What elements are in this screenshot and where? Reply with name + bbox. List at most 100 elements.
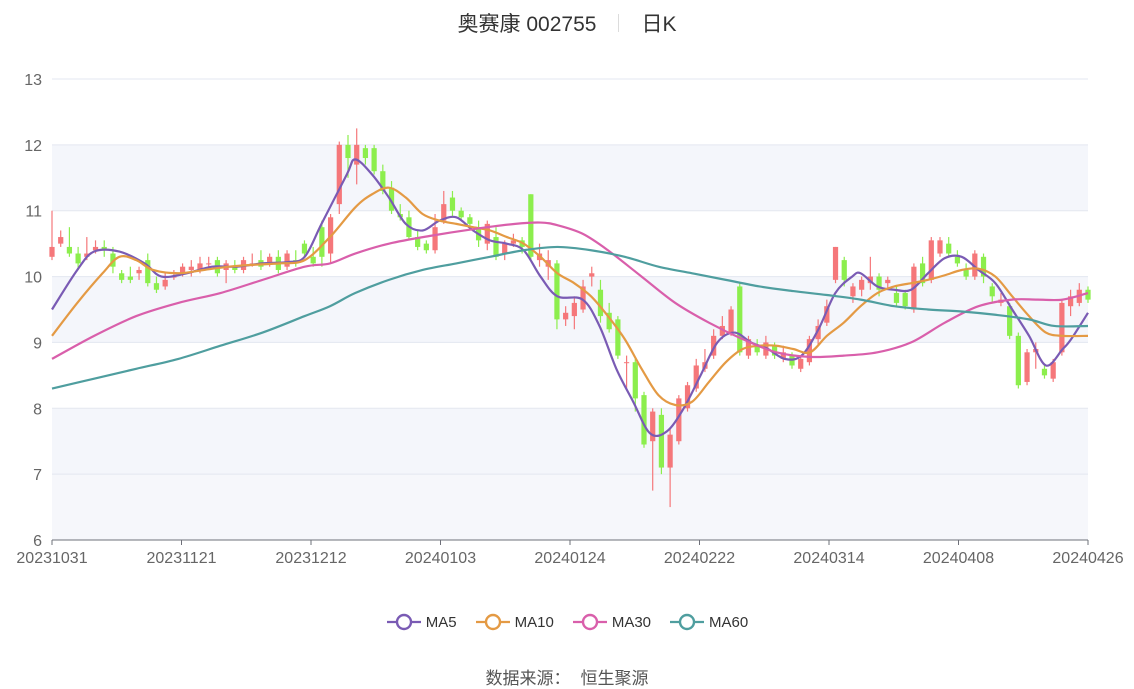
legend-label: MA5	[425, 613, 457, 631]
legend-marker-icon	[386, 613, 421, 631]
candle-body	[458, 210, 464, 218]
y-tick-label: 8	[33, 401, 42, 418]
candle-body	[798, 358, 804, 369]
candle	[145, 253, 151, 287]
candle-body	[1041, 368, 1048, 376]
y-tick-label: 9	[33, 335, 42, 352]
candle-body	[946, 243, 952, 254]
legend-label: MA60	[709, 613, 749, 631]
candle	[66, 227, 73, 257]
candle-body	[902, 293, 908, 307]
plot-band	[52, 408, 1088, 475]
candle-body	[667, 434, 673, 468]
candle	[658, 408, 665, 475]
legend-marker-icon	[475, 613, 510, 631]
candle-body	[371, 148, 377, 172]
candle-body	[1024, 352, 1030, 382]
x-tick-label: 20231121	[147, 550, 217, 567]
candle	[484, 220, 490, 251]
candle	[737, 283, 743, 356]
candle-body	[650, 411, 656, 442]
candle-body	[423, 243, 429, 251]
candle-body	[310, 256, 316, 264]
x-axis: 20231031 20231121 20231212 20240103 20240124…	[16, 539, 1124, 567]
candle	[188, 260, 194, 277]
candle-body	[49, 246, 55, 257]
candle-body	[954, 256, 961, 264]
y-tick-label: 10	[24, 270, 42, 287]
candle	[728, 306, 734, 336]
candle	[928, 237, 934, 284]
candle-body	[1059, 302, 1065, 353]
candle-body	[832, 246, 839, 280]
candle-body	[893, 293, 900, 303]
candle-body	[75, 253, 81, 264]
y-axis: 6 7 8 9 10 11 12 13	[24, 72, 42, 550]
candle	[293, 250, 299, 267]
source-value: 恒生聚源	[580, 669, 649, 688]
candle	[832, 246, 839, 284]
candle-body	[597, 289, 604, 317]
candle	[49, 210, 55, 261]
candle	[937, 237, 943, 257]
y-tick-label: 6	[33, 533, 42, 550]
plot-band	[52, 474, 1088, 540]
candle	[206, 256, 212, 267]
candle-body	[206, 263, 212, 265]
candle	[946, 237, 952, 257]
candle-body	[319, 227, 325, 257]
plot-band	[52, 144, 1088, 211]
candle-body	[449, 197, 456, 211]
legend-item-ma5[interactable]: MA5	[386, 612, 457, 632]
candle-body	[728, 309, 734, 333]
legend-item-ma30[interactable]: MA30	[572, 612, 651, 632]
y-tick-label: 7	[33, 467, 42, 484]
candle	[58, 230, 64, 247]
candle-body	[301, 243, 308, 254]
candle	[371, 144, 377, 175]
x-tick-label: 20231212	[275, 550, 346, 567]
candle-body	[937, 240, 943, 254]
x-tick-label: 20240222	[664, 550, 735, 567]
y-tick-label: 13	[24, 72, 42, 89]
candle-body	[885, 279, 891, 284]
legend: MA5 MA10 MA30 MA60	[0, 612, 1134, 632]
candle	[415, 230, 421, 251]
legend-item-ma60[interactable]: MA60	[669, 612, 748, 632]
candle-body	[989, 286, 995, 297]
x-tick-label: 20240426	[1052, 550, 1123, 567]
candle-body	[571, 302, 577, 317]
candle-body	[623, 362, 630, 364]
candle	[615, 316, 621, 359]
candlestick-chart: 678910111213 20231031 20231121 20231212 202…	[16, 72, 1124, 567]
candle-body	[928, 240, 934, 280]
candle-body	[362, 148, 369, 159]
candle	[336, 141, 342, 215]
candle	[1041, 365, 1048, 379]
candle	[1024, 349, 1030, 386]
candle-body	[66, 246, 73, 254]
candle-body	[345, 144, 351, 159]
candle-body	[188, 266, 194, 270]
y-tick-label: 12	[24, 138, 42, 155]
candle	[423, 240, 429, 254]
candle-body	[841, 260, 847, 280]
candle-body	[1007, 306, 1013, 336]
data-source: 数据来源： 恒生聚源	[0, 664, 1134, 689]
candle-body	[336, 144, 342, 205]
candle-body	[563, 312, 569, 320]
source-label: 数据来源：	[485, 669, 571, 688]
legend-marker-icon	[670, 613, 705, 631]
candle-body	[658, 414, 665, 468]
legend-label: MA10	[514, 613, 554, 631]
x-tick-label: 20240103	[405, 550, 476, 567]
candle-body	[737, 286, 743, 353]
x-tick-label: 20240124	[534, 550, 605, 567]
x-tick-label: 20231031	[16, 550, 87, 567]
candle-body	[632, 362, 638, 399]
candle-body	[963, 269, 969, 277]
x-tick-label: 20240408	[923, 550, 994, 567]
candle-body	[859, 279, 865, 290]
candle-body	[467, 217, 473, 224]
legend-item-ma10[interactable]: MA10	[475, 612, 554, 632]
